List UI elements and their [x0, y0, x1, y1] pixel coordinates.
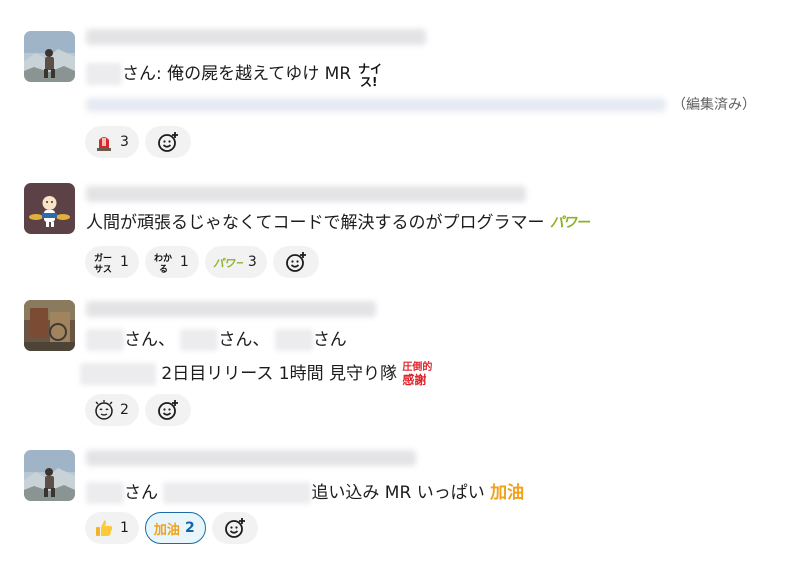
sender-name-redacted[interactable]: [86, 28, 426, 45]
reaction-count: 2: [184, 520, 195, 536]
sender-name-redacted[interactable]: [86, 449, 416, 466]
avatar[interactable]: [24, 183, 75, 234]
mention-redacted[interactable]: [86, 63, 122, 85]
custom-emoji-jiayou: 加油: [490, 483, 525, 503]
gas-emoji: ガー サス: [93, 251, 115, 273]
svg-text:サス: サス: [94, 264, 112, 273]
siren-icon: [93, 131, 115, 153]
add-reaction-icon: [224, 518, 245, 538]
reaction-count: 1: [120, 254, 129, 270]
sender-name-redacted[interactable]: [86, 300, 376, 317]
message-header: [86, 447, 416, 466]
mention-suffix: さん、: [124, 330, 175, 350]
message-text: 人間が頑張るじゃなくてコードで解決するのがプログラマー: [86, 213, 545, 233]
mention-suffix: さん、: [218, 330, 270, 350]
custom-emoji-nice: ナイ ス!: [357, 61, 381, 87]
custom-emoji-thanks: 圧倒的 感謝: [402, 362, 432, 386]
add-reaction-icon: [158, 132, 178, 152]
reaction-count: 2: [120, 402, 129, 418]
message-body: さん 追い込み MR いっぱい 加油: [86, 481, 524, 505]
mention-redacted[interactable]: [80, 363, 156, 385]
reaction-thumbsup[interactable]: 1: [85, 512, 139, 544]
reactions-bar: 3: [85, 126, 191, 158]
reaction-siren[interactable]: 3: [85, 126, 139, 158]
svg-text:ガー: ガー: [94, 252, 112, 264]
edited-label: （編集済み）: [672, 97, 756, 113]
message-text: さん: 俺の屍を越えてゆけ MR: [122, 64, 352, 84]
reactions-bar: 2: [85, 394, 191, 426]
reaction-count: 1: [120, 520, 129, 536]
svg-text:パワー: パワー: [213, 257, 243, 270]
add-reaction-icon: [158, 400, 178, 420]
mention-suffix: さん: [312, 330, 347, 350]
message-body-line-2: 2日目リリース 1時間 見守り隊 圧倒的 感謝: [80, 362, 432, 386]
message-body: さん: 俺の屍を越えてゆけ MR ナイ ス!: [86, 61, 381, 87]
message-text: 追い込み MR いっぱい: [311, 483, 485, 503]
thanks-text-2: 感謝: [402, 373, 427, 387]
reaction-wakaru[interactable]: わか る 1: [144, 246, 199, 278]
mention-redacted[interactable]: [86, 482, 124, 504]
add-reaction-button[interactable]: [272, 246, 319, 278]
sparkle-face-icon: [93, 399, 115, 421]
sender-name-redacted[interactable]: [86, 185, 526, 202]
reaction-count: 1: [179, 254, 189, 270]
message-header: [86, 298, 376, 317]
message-header: [86, 183, 526, 202]
mention-redacted[interactable]: [180, 329, 219, 351]
reaction-count: 3: [247, 254, 257, 270]
power-emoji: パワー: [213, 251, 243, 273]
reaction-jiayou[interactable]: 加油 2: [144, 512, 206, 544]
add-reaction-icon: [285, 252, 306, 272]
mention-redacted[interactable]: [274, 329, 313, 351]
reaction-power[interactable]: パワー 3: [204, 246, 267, 278]
add-reaction-button[interactable]: [144, 126, 191, 158]
svg-text:ナイ: ナイ: [358, 62, 381, 76]
jiayou-emoji: 加油: [153, 522, 180, 538]
add-reaction-button[interactable]: [211, 512, 258, 544]
avatar[interactable]: [24, 31, 75, 82]
reaction-count: 3: [120, 134, 129, 150]
reactions-bar: 1 加油 2: [85, 512, 258, 544]
message-body-line-1: さん、 さん、 さん: [86, 328, 347, 352]
avatar[interactable]: [24, 450, 75, 501]
svg-text:る: る: [159, 264, 168, 273]
wakaru-emoji: わか る: [153, 251, 175, 273]
add-reaction-button[interactable]: [144, 394, 191, 426]
mention-redacted[interactable]: [86, 329, 124, 351]
reaction-sparkle-face[interactable]: 2: [85, 394, 139, 426]
message-body: 人間が頑張るじゃなくてコードで解決するのがプログラマー パワー: [86, 211, 590, 235]
reactions-bar: ガー サス 1 わか る 1 パワー 3: [85, 246, 319, 278]
avatar[interactable]: [24, 300, 75, 351]
mention-suffix: さん: [124, 483, 158, 503]
custom-emoji-power: パワー: [549, 215, 590, 231]
message-header: [86, 26, 426, 45]
thumbsup-icon: [93, 517, 115, 539]
reaction-gas[interactable]: ガー サス 1: [85, 246, 139, 278]
svg-text:ス!: ス!: [360, 75, 377, 87]
message-text: 2日目リリース 1時間 見守り隊: [161, 364, 397, 384]
attachment-link-redacted[interactable]: [86, 94, 666, 113]
svg-text:わか: わか: [154, 253, 172, 264]
mention-redacted[interactable]: [163, 482, 312, 504]
